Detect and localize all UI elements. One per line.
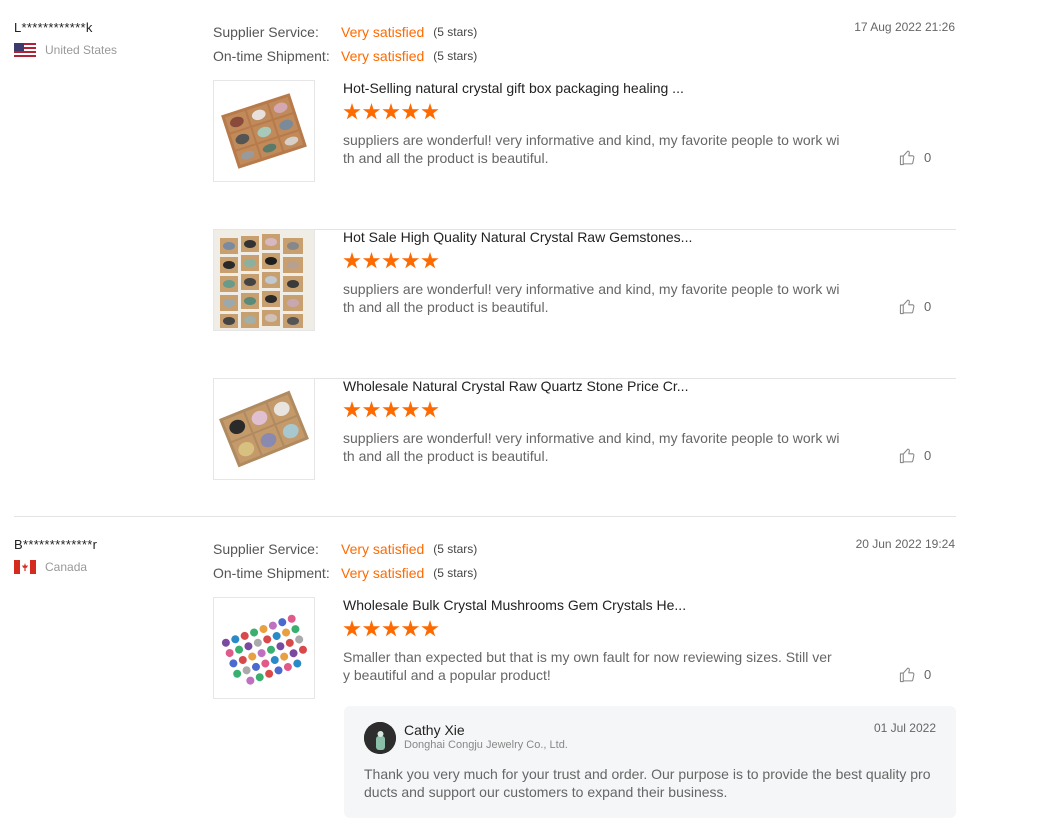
buyer-country: United States xyxy=(14,43,194,57)
rating-label: On-time Shipment: xyxy=(213,48,330,64)
like-count: 0 xyxy=(924,150,932,165)
rating-stars-count: (5 stars) xyxy=(433,49,478,63)
product-thumbnail[interactable] xyxy=(213,597,315,699)
star-icon xyxy=(362,620,381,637)
supplier-reply: Cathy Xie Donghai Congju Jewelry Co., Lt… xyxy=(344,706,956,818)
supplier-ratings: Supplier Service: Very satisfied (5 star… xyxy=(213,20,477,68)
thumbs-up-icon xyxy=(899,667,915,683)
star-icon xyxy=(343,401,361,418)
crystal-box-image xyxy=(221,93,307,169)
product-title-link[interactable]: Hot Sale High Quality Natural Crystal Ra… xyxy=(343,229,692,245)
country-name: United States xyxy=(45,43,118,57)
avatar-image xyxy=(364,722,396,754)
review-divider xyxy=(14,516,956,517)
product-star-rating xyxy=(343,252,441,270)
like-count: 0 xyxy=(924,667,932,682)
review-comment: suppliers are wonderful! very informativ… xyxy=(343,430,840,464)
rating-row-supplier-service: Supplier Service: Very satisfied (5 star… xyxy=(213,20,477,44)
reply-text: Thank you very much for your trust and o… xyxy=(364,766,931,800)
star-icon xyxy=(362,252,381,269)
star-icon xyxy=(401,103,420,120)
product-review: Wholesale Bulk Crystal Mushrooms Gem Cry… xyxy=(213,597,956,699)
replier-name: Cathy Xie xyxy=(404,722,465,738)
review-comment: Smaller than expected but that is my own… xyxy=(343,649,832,683)
rating-stars-count: (5 stars) xyxy=(433,542,478,556)
rating-value: Very satisfied xyxy=(341,48,425,64)
star-icon xyxy=(362,401,381,418)
thumbs-up-icon xyxy=(899,299,915,315)
star-icon xyxy=(382,401,400,418)
like-count: 0 xyxy=(924,448,932,463)
product-star-rating xyxy=(343,620,441,638)
buyer-name: B*************r xyxy=(14,537,98,552)
like-button[interactable]: 0 xyxy=(899,298,931,315)
review-comment: suppliers are wonderful! very informativ… xyxy=(343,281,840,315)
rating-label: Supplier Service: xyxy=(213,24,319,40)
review-date: 20 Jun 2022 19:24 xyxy=(855,537,955,551)
crystal-box-image xyxy=(214,230,314,330)
reply-date: 01 Jul 2022 xyxy=(873,721,936,735)
star-icon xyxy=(401,401,420,418)
canada-flag-icon xyxy=(14,560,36,574)
product-thumbnail[interactable] xyxy=(213,378,315,480)
supplier-ratings: Supplier Service: Very satisfied (5 star… xyxy=(213,537,477,585)
rating-label: Supplier Service: xyxy=(213,541,319,557)
product-thumbnail[interactable] xyxy=(213,229,315,331)
product-star-rating xyxy=(343,103,441,121)
review-comment: suppliers are wonderful! very informativ… xyxy=(343,132,840,166)
rating-label: On-time Shipment: xyxy=(213,565,330,581)
product-title-link[interactable]: Hot-Selling natural crystal gift box pac… xyxy=(343,80,684,96)
rating-value: Very satisfied xyxy=(341,565,425,581)
thumbs-up-icon xyxy=(899,150,915,166)
rating-value: Very satisfied xyxy=(341,24,425,40)
product-title-link[interactable]: Wholesale Bulk Crystal Mushrooms Gem Cry… xyxy=(343,597,686,613)
rating-value: Very satisfied xyxy=(341,541,425,557)
rating-row-ontime-shipment: On-time Shipment: Very satisfied (5 star… xyxy=(213,561,477,585)
rating-row-supplier-service: Supplier Service: Very satisfied (5 star… xyxy=(213,537,477,561)
like-button[interactable]: 0 xyxy=(899,666,931,683)
like-button[interactable]: 0 xyxy=(899,447,931,464)
star-icon xyxy=(343,620,361,637)
rating-stars-count: (5 stars) xyxy=(433,566,478,580)
star-icon xyxy=(382,103,400,120)
star-icon xyxy=(401,620,420,637)
star-icon xyxy=(421,103,439,120)
like-button[interactable]: 0 xyxy=(899,149,931,166)
star-icon xyxy=(401,252,420,269)
rating-row-ontime-shipment: On-time Shipment: Very satisfied (5 star… xyxy=(213,44,477,68)
like-count: 0 xyxy=(924,299,932,314)
product-thumbnail[interactable] xyxy=(213,80,315,182)
product-star-rating xyxy=(343,401,441,419)
buyer-info: B*************r Canada xyxy=(14,537,194,574)
buyer-name: L************k xyxy=(14,20,93,35)
star-icon xyxy=(421,401,439,418)
product-review: Hot Sale High Quality Natural Crystal Ra… xyxy=(213,229,956,379)
product-review: Wholesale Natural Crystal Raw Quartz Sto… xyxy=(213,378,956,527)
buyer-info: L************k United States xyxy=(14,20,194,57)
star-icon xyxy=(343,252,361,269)
country-name: Canada xyxy=(45,560,88,574)
replier-company: Donghai Congju Jewelry Co., Ltd. xyxy=(404,739,568,751)
star-icon xyxy=(382,620,400,637)
star-icon xyxy=(343,103,361,120)
us-flag-icon xyxy=(14,43,36,57)
star-icon xyxy=(382,252,400,269)
star-icon xyxy=(421,252,439,269)
product-review: Hot-Selling natural crystal gift box pac… xyxy=(213,80,956,230)
thumbs-up-icon xyxy=(899,448,915,464)
buyer-country: Canada xyxy=(14,560,194,574)
crystal-box-image xyxy=(219,390,309,468)
star-icon xyxy=(362,103,381,120)
crystal-mushroom-image xyxy=(221,614,307,685)
rating-stars-count: (5 stars) xyxy=(433,25,478,39)
review-date: 17 Aug 2022 21:26 xyxy=(854,20,955,34)
product-title-link[interactable]: Wholesale Natural Crystal Raw Quartz Sto… xyxy=(343,378,688,394)
avatar xyxy=(364,722,396,754)
star-icon xyxy=(421,620,439,637)
